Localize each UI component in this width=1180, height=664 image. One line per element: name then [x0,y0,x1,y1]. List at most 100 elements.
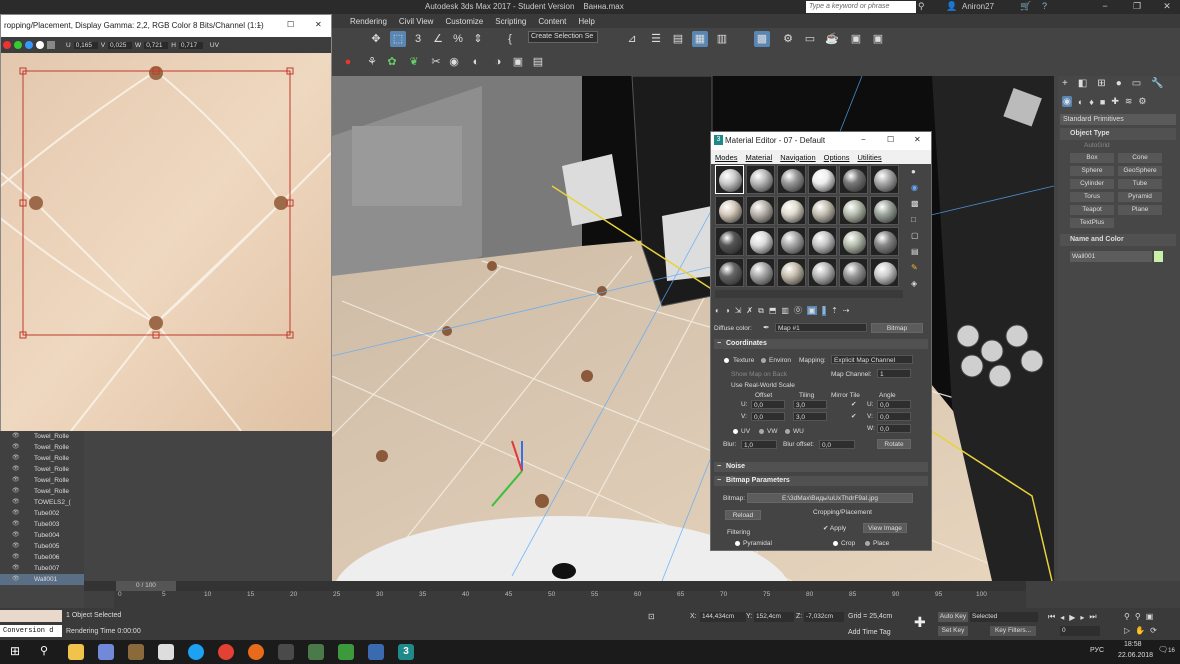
auto-key-button[interactable]: Auto Key [938,612,968,622]
3dsmax-taskbar-icon[interactable]: 3 [398,644,414,660]
lights-icon[interactable]: ♦ [1089,97,1094,107]
add-time-tag[interactable]: Add Time Tag [848,629,891,636]
menu-customize[interactable]: Customize [445,17,483,26]
bitmap-path-button[interactable]: E:\3dMax\Виды\uUxThdrF9aI.jpg [747,493,913,503]
tool-icon-9[interactable]: ▣ [510,54,526,70]
modify-tab-icon[interactable]: ◧ [1078,78,1087,89]
selection-set-dropdown[interactable]: Create Selection Se [528,31,598,43]
maxscript-input[interactable]: Conversion d [0,625,62,637]
mapping-dropdown[interactable]: Explicit Map Channel [831,355,913,364]
tool-icon-10[interactable]: ▤ [530,54,546,70]
ribbon-icon[interactable]: ▤ [670,31,686,47]
list-item[interactable]: Towel_Rolle [0,442,84,453]
tool-icon-7[interactable]: ◐ [468,54,484,70]
binoculars-icon[interactable]: ⚲ [918,1,925,12]
put-to-scene-icon[interactable]: ◑ [725,306,730,315]
show-end-result-icon[interactable]: ⫿ [821,305,827,316]
sample-type-icon[interactable]: ● [911,167,916,176]
menu-rendering[interactable]: Rendering [350,17,387,26]
backlight-icon[interactable]: ◉ [911,183,918,192]
language-indicator[interactable]: РУС [1090,647,1104,654]
material-slot[interactable] [777,258,806,287]
make-unique-icon[interactable]: ⬒ [769,306,777,315]
plane-button[interactable]: Plane [1118,205,1162,215]
menu-civil-view[interactable]: Civil View [399,17,434,26]
bitmap-maximize-button[interactable]: ☐ [287,20,294,29]
select-region-icon[interactable]: ⬚ [390,31,406,47]
pyramid-button[interactable]: Pyramid [1118,192,1162,202]
snap-3d-icon[interactable]: 3 [410,31,426,47]
material-slot[interactable] [777,227,806,256]
search-taskbar-icon[interactable]: ⚲ [40,644,48,657]
mono-icon[interactable] [47,41,55,49]
close-button[interactable]: ✕ [1160,1,1174,13]
sample-uv-icon[interactable]: □ [911,215,916,224]
clock-time[interactable]: 18:58 [1124,641,1142,648]
shapes-icon[interactable]: ◐ [1078,97,1083,107]
menu-material[interactable]: Material [746,153,773,162]
utilities-tab-icon[interactable]: 🔧 [1151,78,1163,89]
crop-radio[interactable] [833,541,838,546]
material-slot[interactable] [839,227,868,256]
material-slot[interactable] [808,227,837,256]
time-slider-track[interactable]: 0 / 100 [84,581,1026,591]
coordinates-rollout[interactable]: Coordinates [714,339,928,349]
material-slot[interactable] [777,165,806,194]
med-minimize-button[interactable]: − [861,135,866,144]
name-color-rollout[interactable]: Name and Color [1060,234,1176,246]
spacewarps-icon[interactable]: ≋ [1125,96,1133,107]
menu-utilities[interactable]: Utilities [858,153,882,162]
list-item[interactable]: Tube005 [0,541,84,552]
menu-content[interactable]: Content [538,17,566,26]
geosphere-button[interactable]: GeoSphere [1118,166,1162,176]
video-check-icon[interactable]: ▢ [911,231,919,240]
key-filters-button[interactable]: Key Filters... [990,626,1036,636]
menu-options[interactable]: Options [824,153,850,162]
percent-snap-icon[interactable]: % [450,31,466,47]
material-slot[interactable] [808,258,837,287]
opera-icon[interactable] [248,644,264,660]
maxscript-listener[interactable] [0,610,62,622]
x-coord-field[interactable]: 144,434cm [700,612,746,622]
tool-icon-5[interactable]: ✂ [428,54,444,70]
u-tile-check[interactable]: ✔ [851,400,856,408]
material-slot[interactable] [870,165,899,194]
helpers-icon[interactable]: ✚ [1111,96,1119,107]
material-slot[interactable] [870,196,899,225]
z-coord-field[interactable]: -7,032cm [804,612,844,622]
torus-button[interactable]: Torus [1070,192,1114,202]
uv-radio[interactable] [733,429,738,434]
view-image-button[interactable]: View Image [863,523,907,533]
menu-scripting[interactable]: Scripting [495,17,526,26]
clock-date[interactable]: 22.06.2018 [1118,652,1153,659]
material-id-icon[interactable]: ⓪ [794,305,802,316]
material-slot[interactable] [715,165,744,194]
uv-toggle[interactable]: UV [210,42,219,49]
schematic-icon[interactable]: ▦ [692,31,708,47]
explorer-icon[interactable] [68,644,84,660]
goto-end-icon[interactable]: ⏭ [1089,612,1096,622]
make-copy-icon[interactable]: ⧉ [758,306,764,316]
user-name[interactable]: Aniron27 [962,2,994,11]
skype-icon[interactable] [188,644,204,660]
maximize-button[interactable]: ❐ [1130,1,1144,13]
list-item[interactable]: TOWELS2_( [0,497,84,508]
v-offset-field[interactable]: 0,0 [751,412,785,421]
app-icon-10[interactable] [338,644,354,660]
list-item[interactable]: Tube006 [0,552,84,563]
get-material-icon[interactable]: ◐ [715,306,720,315]
geometry-icon[interactable]: ◉ [1062,96,1072,107]
h-value-field[interactable]: 0,717 [178,41,203,49]
rotate-button[interactable]: Rotate [877,439,911,449]
chrome-icon[interactable] [218,644,234,660]
next-frame-icon[interactable]: ▸ [1080,613,1084,622]
notifications-icon[interactable]: 🗨16 [1158,645,1175,654]
bitmap-minimize-button[interactable]: − [257,21,262,30]
hierarchy-tab-icon[interactable]: ⊞ [1097,78,1105,89]
select-move-icon[interactable]: ✥ [368,31,384,47]
zoom-icon[interactable]: ⚲ [1124,612,1130,621]
list-item[interactable]: Towel_Rolle [0,475,84,486]
prev-frame-icon[interactable]: ◂ [1060,613,1064,622]
object-name-field[interactable]: Wall001 [1070,251,1152,262]
render-frame-icon[interactable]: ▭ [802,31,818,47]
